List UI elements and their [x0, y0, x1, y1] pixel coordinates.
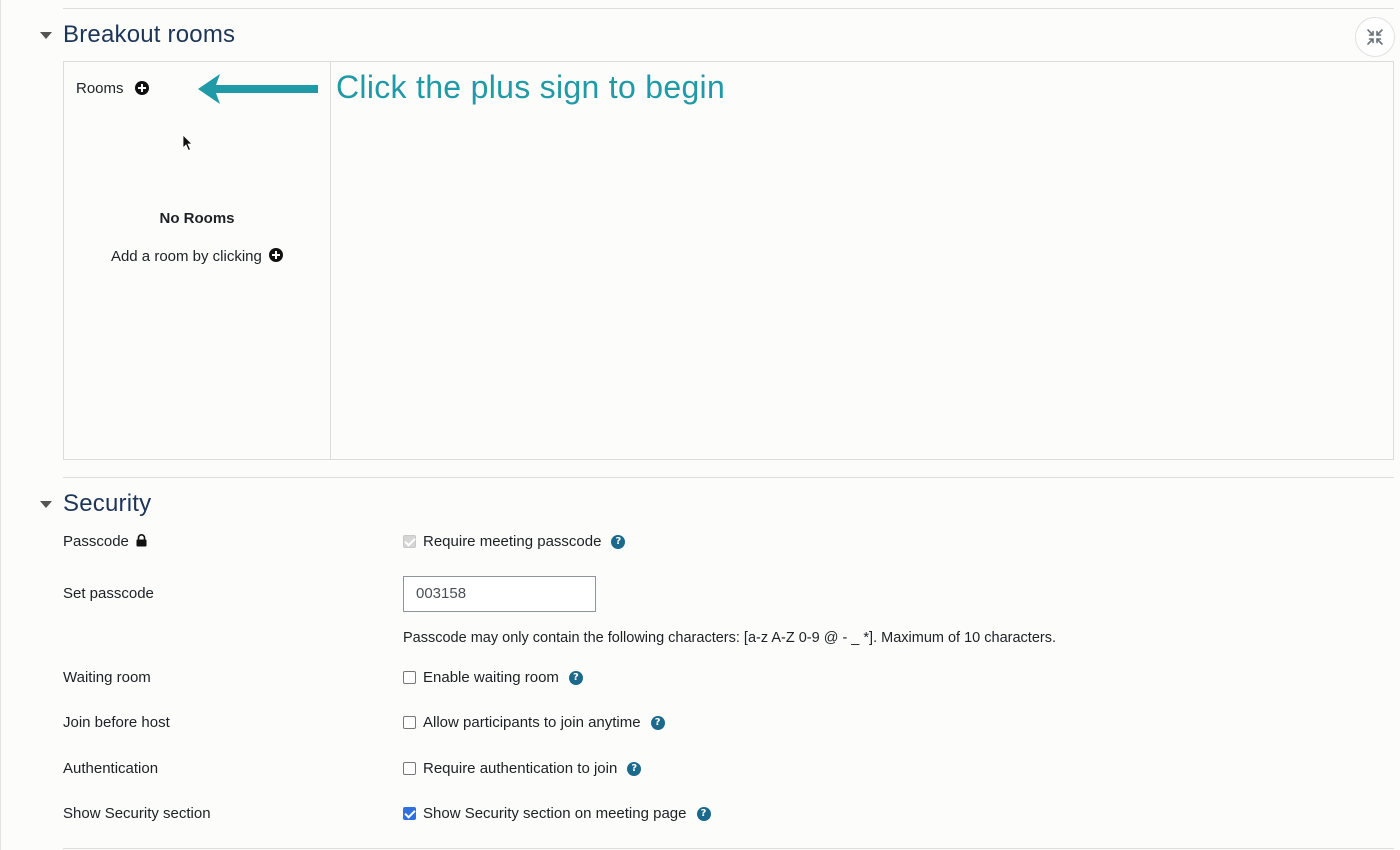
tutorial-annotation: Click the plus sign to begin: [336, 69, 726, 105]
authentication-checkbox[interactable]: [403, 762, 416, 775]
waiting-room-checkbox[interactable]: [403, 671, 416, 684]
plus-circle-icon[interactable]: [269, 248, 284, 262]
breakout-rooms-panel: Rooms No Rooms Add a room by clicking: [63, 61, 1394, 460]
show-security-option: Show Security section on meeting page ?: [403, 805, 711, 822]
require-passcode-option: Require meeting passcode ?: [403, 533, 626, 550]
divider: [63, 848, 1394, 849]
join-before-host-label: Join before host: [63, 714, 170, 731]
join-before-host-checkbox[interactable]: [403, 716, 416, 729]
waiting-room-label: Waiting room: [63, 669, 151, 686]
annotation-arrow-icon: [198, 74, 318, 104]
require-passcode-label: Require meeting passcode: [423, 533, 602, 550]
rooms-label: Rooms: [76, 80, 124, 97]
question-circle-icon[interactable]: ?: [650, 715, 665, 730]
lock-icon: [136, 534, 147, 547]
mouse-cursor-icon: [182, 134, 193, 152]
add-room-button[interactable]: [135, 81, 149, 95]
empty-state-hint-text: Add a room by clicking: [110, 248, 262, 265]
passcode-input[interactable]: 003158: [403, 576, 596, 612]
passcode-rules-note: Passcode may only contain the following …: [403, 630, 1056, 646]
join-before-host-option: Allow participants to join anytime ?: [403, 714, 665, 731]
question-circle-icon[interactable]: ?: [568, 670, 583, 685]
set-passcode-label: Set passcode: [63, 585, 154, 602]
join-before-host-option-label[interactable]: Allow participants to join anytime: [423, 714, 641, 731]
empty-state-title: No Rooms: [159, 210, 235, 227]
question-circle-icon[interactable]: ?: [611, 534, 626, 549]
waiting-room-option-label[interactable]: Enable waiting room: [423, 669, 559, 686]
empty-state-hint: Add a room by clicking: [64, 248, 330, 265]
show-security-option-label[interactable]: Show Security section on meeting page: [423, 805, 687, 822]
collapse-toggle-icon[interactable]: [40, 32, 52, 39]
passcode-label: Passcode: [63, 533, 147, 550]
waiting-room-option: Enable waiting room ?: [403, 669, 583, 686]
require-passcode-checkbox: [403, 535, 416, 548]
authentication-label: Authentication: [63, 760, 159, 777]
section-title-security[interactable]: Security: [63, 490, 151, 518]
rooms-list-column: Rooms No Rooms Add a room by clicking: [64, 62, 331, 459]
question-circle-icon[interactable]: ?: [627, 761, 642, 776]
authentication-option-label[interactable]: Require authentication to join: [423, 760, 617, 777]
passcode-label-text: Passcode: [63, 533, 129, 550]
section-title-breakout[interactable]: Breakout rooms: [63, 21, 235, 49]
collapse-all-icon: [1367, 29, 1383, 45]
show-security-checkbox[interactable]: [403, 807, 416, 820]
divider: [63, 477, 1394, 478]
page-left-border: [0, 0, 1, 850]
collapse-toggle-icon[interactable]: [40, 501, 52, 508]
authentication-option: Require authentication to join ?: [403, 760, 642, 777]
divider: [63, 8, 1394, 9]
collapse-all-button[interactable]: [1355, 17, 1395, 57]
show-security-label: Show Security section: [63, 805, 211, 822]
question-circle-icon[interactable]: ?: [696, 806, 711, 821]
